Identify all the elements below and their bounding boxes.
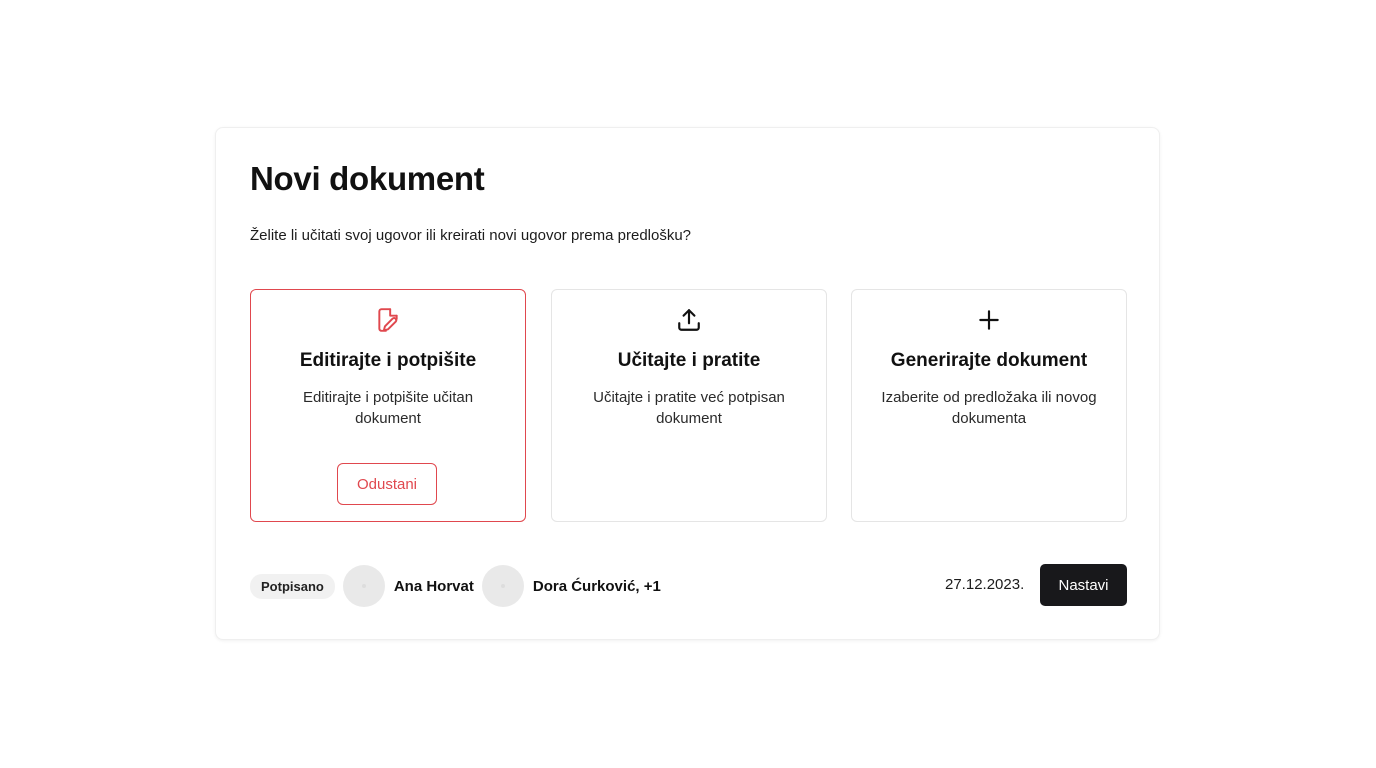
option-card-edit-sign[interactable]: Editirajte i potpišite Editirajte i potp… — [250, 289, 526, 522]
status-badge: Potpisano — [250, 573, 335, 599]
document-date: 27.12.2023. — [945, 576, 1025, 593]
avatar — [481, 565, 524, 607]
signer-name: Dora Ćurković, +1 — [532, 577, 661, 595]
option-title: Editirajte i potpišite — [299, 350, 477, 371]
avatar — [342, 565, 385, 607]
option-title: Generirajte dokument — [890, 350, 1088, 371]
upload-icon — [678, 309, 700, 331]
plus-icon — [979, 310, 999, 330]
signers-row: Potpisano Ana Horvat Dora Ćurković, +1 — [250, 565, 661, 607]
new-document-dialog: Novi dokument Želite li učitati svoj ugo… — [215, 127, 1160, 640]
cancel-button[interactable]: Odustani — [337, 463, 437, 505]
option-description: Učitajte i pratite već potpisan dokument — [593, 389, 785, 427]
page-title: Novi dokument — [250, 160, 485, 197]
signer-name: Ana Horvat — [393, 577, 474, 595]
option-title: Učitajte i pratite — [617, 350, 761, 371]
continue-button[interactable]: Nastavi — [1040, 564, 1127, 606]
file-signature-icon — [378, 308, 398, 332]
option-card-generate[interactable]: Generirajte dokument Izaberite od predlo… — [851, 289, 1127, 522]
dialog-subtitle: Želite li učitati svoj ugovor ili kreira… — [250, 227, 692, 244]
option-card-upload-track[interactable]: Učitajte i pratite Učitajte i pratite ve… — [551, 289, 827, 522]
option-description: Editirajte i potpišite učitan dokument — [302, 389, 474, 427]
option-description: Izaberite od predložaka ili novog dokume… — [881, 389, 1097, 427]
